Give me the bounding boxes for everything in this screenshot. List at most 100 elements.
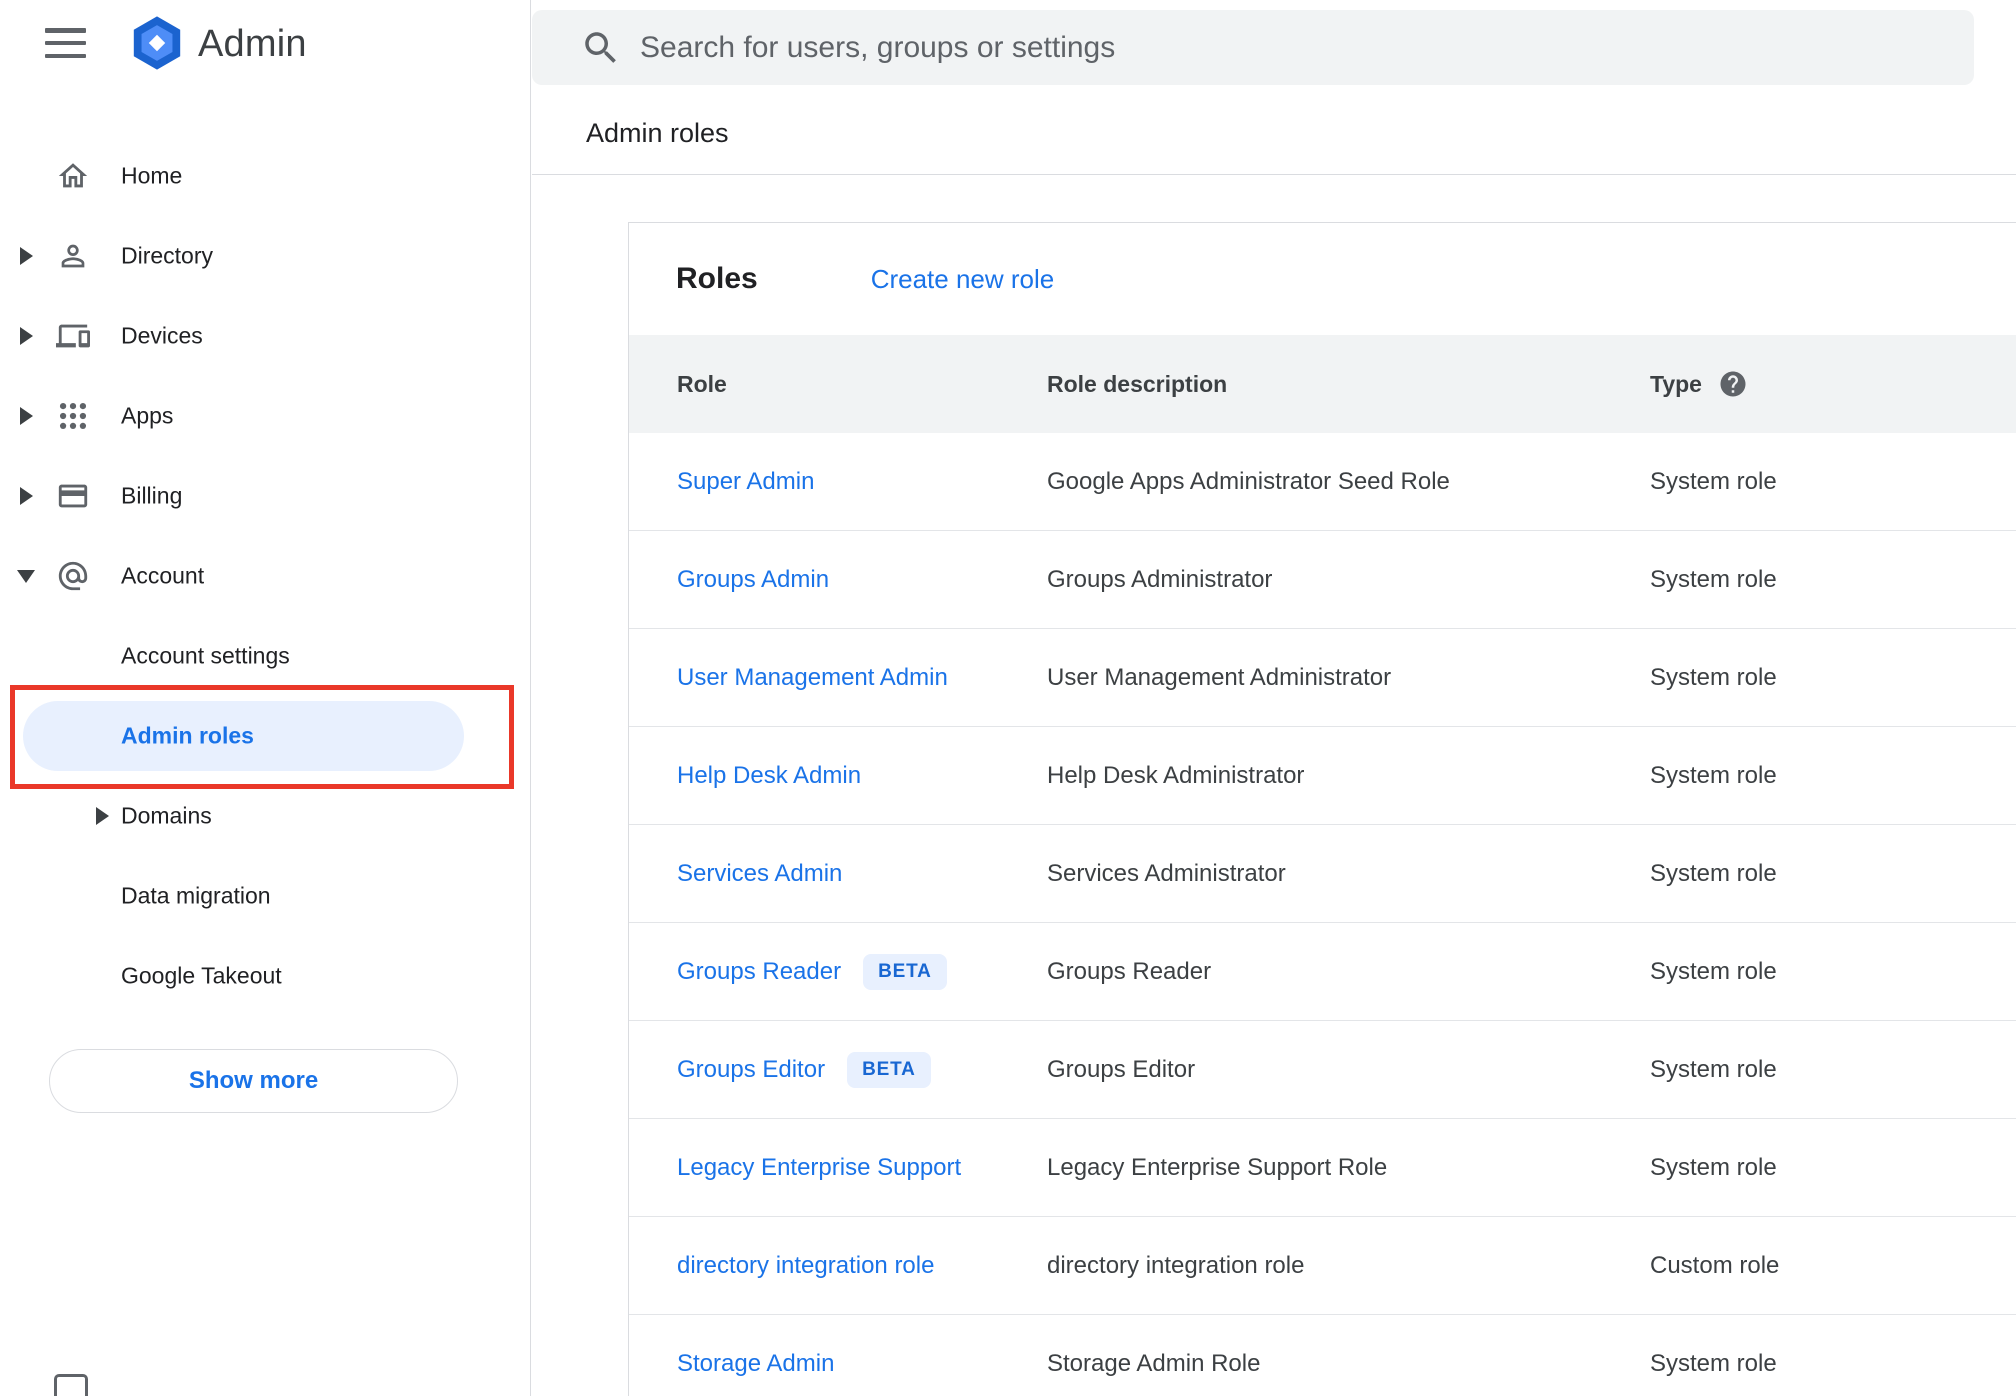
role-description: Services Administrator [1047, 859, 1286, 887]
search-bar[interactable] [532, 10, 1974, 85]
sidebar-item-label: Admin roles [121, 722, 254, 749]
sidebar-item-account[interactable]: Account [0, 536, 531, 616]
table-row: Groups Editor BETA Groups Editor System … [629, 1021, 2016, 1119]
search-icon [580, 27, 622, 69]
role-type: System role [1650, 1055, 1777, 1083]
sidebar-item-label: Apps [121, 402, 174, 429]
sidebar-item-directory[interactable]: Directory [0, 216, 531, 296]
breadcrumb: Admin roles [586, 118, 729, 148]
clipped-sidebar-icon [54, 1374, 88, 1396]
card-title: Roles [676, 262, 758, 295]
table-row: Super Admin Google Apps Administrator Se… [629, 433, 2016, 531]
sidebar-item-label: Billing [121, 482, 183, 509]
role-link[interactable]: Services Admin [677, 860, 842, 888]
table-row: User Management Admin User Management Ad… [629, 629, 2016, 727]
role-description: Groups Editor [1047, 1055, 1196, 1083]
sidebar-item-label: Directory [121, 242, 214, 269]
role-link[interactable]: Groups Admin [677, 566, 829, 594]
role-type: System role [1650, 565, 1777, 593]
chevron-right-icon[interactable] [20, 487, 33, 505]
role-type: System role [1650, 957, 1777, 985]
table-row: Services Admin Services Administrator Sy… [629, 825, 2016, 923]
chevron-right-icon[interactable] [20, 327, 33, 345]
table-row: Help Desk Admin Help Desk Administrator … [629, 727, 2016, 825]
show-more-button[interactable]: Show more [49, 1049, 458, 1113]
sidebar-item-admin-roles[interactable]: Admin roles [0, 696, 531, 776]
role-description: Storage Admin Role [1047, 1349, 1261, 1377]
role-link[interactable]: Storage Admin [677, 1350, 834, 1378]
roles-table-header: Role Role description Type [629, 335, 2016, 433]
divider [532, 174, 2016, 175]
sidebar-item-label: Google Takeout [121, 962, 282, 989]
role-type: Custom role [1650, 1251, 1780, 1279]
table-row: directory integration role directory int… [629, 1217, 2016, 1315]
role-description: User Management Administrator [1047, 663, 1392, 691]
sidebar-item-apps[interactable]: Apps [0, 376, 531, 456]
beta-badge: BETA [847, 1051, 931, 1088]
role-type: System role [1650, 663, 1777, 691]
role-link[interactable]: User Management Admin [677, 664, 948, 692]
role-description: Groups Administrator [1047, 565, 1273, 593]
sidebar-item-home[interactable]: Home [0, 136, 531, 216]
sidebar-header: Admin [0, 0, 531, 86]
role-link[interactable]: Legacy Enterprise Support [677, 1154, 961, 1182]
chevron-right-icon[interactable] [20, 407, 33, 425]
table-row: Groups Admin Groups Administrator System… [629, 531, 2016, 629]
devices-icon [54, 317, 92, 355]
sidebar-item-billing[interactable]: Billing [0, 456, 531, 536]
sidebar-item-label: Devices [121, 322, 203, 349]
table-row: Storage Admin Storage Admin Role System … [629, 1315, 2016, 1396]
role-link[interactable]: directory integration role [677, 1252, 934, 1280]
help-icon[interactable] [1718, 369, 1748, 399]
table-row: Groups Reader BETA Groups Reader System … [629, 923, 2016, 1021]
sidebar: Admin Home Directory Devices Apps Billin… [0, 0, 531, 1396]
sidebar-item-account-settings[interactable]: Account settings [0, 616, 531, 696]
apps-grid-icon [54, 397, 92, 435]
create-new-role-link[interactable]: Create new role [871, 264, 1055, 295]
column-header-type: Type [1650, 369, 2016, 399]
role-description: Help Desk Administrator [1047, 761, 1305, 789]
app-title: Admin [198, 23, 307, 65]
role-description: Groups Reader [1047, 957, 1212, 985]
sidebar-item-label: Domains [121, 802, 212, 829]
sidebar-item-label: Account [121, 562, 205, 589]
sidebar-item-google-takeout[interactable]: Google Takeout [0, 936, 531, 1016]
column-header-role: Role [677, 370, 727, 397]
beta-badge: BETA [863, 953, 947, 990]
person-icon [54, 237, 92, 275]
main-content: Admin roles Roles Create new role Role R… [532, 0, 2016, 1396]
role-link[interactable]: Groups Editor [677, 1056, 825, 1084]
chevron-down-icon[interactable] [17, 570, 35, 583]
sidebar-item-label: Home [121, 162, 183, 189]
roles-card-header: Roles Create new role [629, 223, 2016, 335]
role-link[interactable]: Super Admin [677, 468, 814, 496]
hamburger-menu-icon[interactable] [44, 24, 88, 62]
chevron-right-icon[interactable] [96, 807, 109, 825]
role-description: Legacy Enterprise Support Role [1047, 1153, 1388, 1181]
column-header-role-description: Role description [1047, 370, 1228, 397]
google-admin-console: Admin Home Directory Devices Apps Billin… [0, 0, 2016, 1396]
role-type: System role [1650, 467, 1777, 495]
sidebar-item-label: Account settings [121, 642, 290, 669]
role-link[interactable]: Groups Reader [677, 958, 841, 986]
roles-table-body: Super Admin Google Apps Administrator Se… [629, 433, 2016, 1396]
role-type: System role [1650, 1349, 1777, 1377]
admin-logo-icon [128, 14, 186, 72]
roles-card: Roles Create new role Role Role descript… [628, 222, 2016, 1396]
role-description: directory integration role [1047, 1251, 1305, 1279]
role-type: System role [1650, 761, 1777, 789]
table-row: Legacy Enterprise Support Legacy Enterpr… [629, 1119, 2016, 1217]
role-type: System role [1650, 1153, 1777, 1181]
sidebar-nav: Home Directory Devices Apps Billing Acco… [0, 136, 531, 1016]
home-icon [54, 157, 92, 195]
search-input[interactable] [640, 30, 1944, 65]
sidebar-item-devices[interactable]: Devices [0, 296, 531, 376]
role-link[interactable]: Help Desk Admin [677, 762, 861, 790]
at-sign-icon [54, 557, 92, 595]
credit-card-icon [54, 477, 92, 515]
sidebar-item-domains[interactable]: Domains [0, 776, 531, 856]
sidebar-item-data-migration[interactable]: Data migration [0, 856, 531, 936]
chevron-right-icon[interactable] [20, 247, 33, 265]
role-description: Google Apps Administrator Seed Role [1047, 467, 1450, 495]
role-type: System role [1650, 859, 1777, 887]
